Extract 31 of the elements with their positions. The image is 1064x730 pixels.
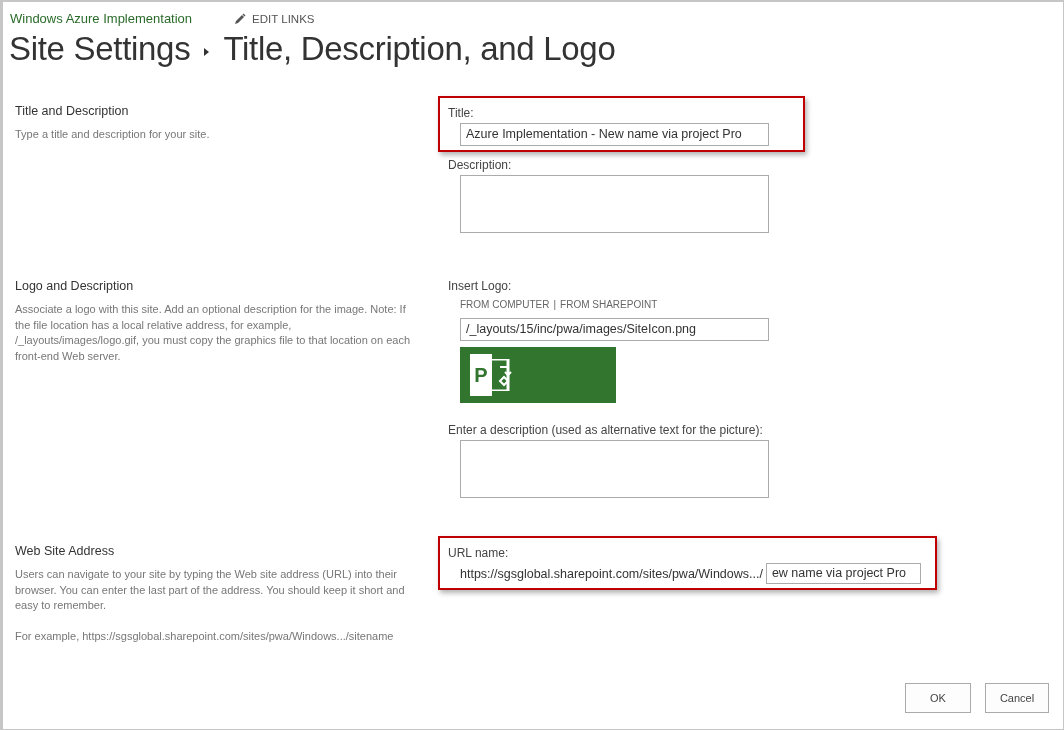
from-computer-link[interactable]: FROM COMPUTER bbox=[460, 299, 550, 310]
description-field[interactable] bbox=[460, 440, 769, 498]
section-heading: Logo and Description bbox=[15, 279, 135, 293]
breadcrumb-arrow-icon bbox=[204, 48, 210, 56]
url-prefix: https://sgsglobal.sharepoint.com/sites/pwa/Windows.../ bbox=[460, 566, 763, 581]
link-separator: | bbox=[553, 299, 557, 310]
breadcrumb-link[interactable]: Site Settings bbox=[9, 30, 191, 68]
url-name-field[interactable]: ew name via project Pro bbox=[765, 563, 921, 584]
title-field[interactable]: Azure Implementation - New name via project Pro bbox=[460, 123, 769, 146]
ok-button[interactable]: OK bbox=[905, 683, 971, 713]
section-description: Associate a logo with this site. Add an optional description for the image. Note: If the file location has a local relative address, for example, /_layouts/images/logo.gif, you must copy the graphics file to that location on each front-end Web server. bbox=[15, 302, 411, 364]
section-heading: Title and Description bbox=[15, 104, 130, 118]
field-label: Title: bbox=[448, 106, 475, 120]
site-name-link[interactable]: Windows Azure Implementation bbox=[10, 11, 193, 26]
field-label: Insert Logo: bbox=[448, 279, 513, 293]
description-field[interactable] bbox=[460, 175, 769, 233]
field-label: URL name: bbox=[448, 546, 510, 560]
section-description: For example, https://sgsglobal.sharepoint.com/sites/pwa/Windows.../sitename bbox=[15, 628, 395, 644]
from-sharepoint-link[interactable]: FROM SHAREPOINT bbox=[560, 299, 658, 310]
edit-links-button[interactable]: EDIT LINKS bbox=[234, 12, 315, 25]
field-label: Enter a description (used as alternative text for the picture): bbox=[448, 423, 764, 437]
field-label: Description: bbox=[448, 158, 513, 172]
section-description: Users can navigate to your site by typing the Web site address (URL) into their browser. You can enter the last part of the address. You should keep it short and easy to remember. bbox=[15, 567, 406, 613]
logo-letter: P bbox=[470, 354, 492, 396]
document-arrows-icon bbox=[492, 359, 514, 391]
cancel-button[interactable]: Cancel bbox=[985, 683, 1049, 713]
page-title: Title, Description, and Logo bbox=[223, 30, 616, 68]
logo-url-field[interactable]: /_layouts/15/inc/pwa/images/SiteIcon.png bbox=[460, 318, 769, 341]
section-heading: Web Site Address bbox=[15, 544, 116, 558]
pencil-icon bbox=[234, 12, 247, 25]
section-description: Type a title and description for your site. bbox=[15, 127, 211, 142]
